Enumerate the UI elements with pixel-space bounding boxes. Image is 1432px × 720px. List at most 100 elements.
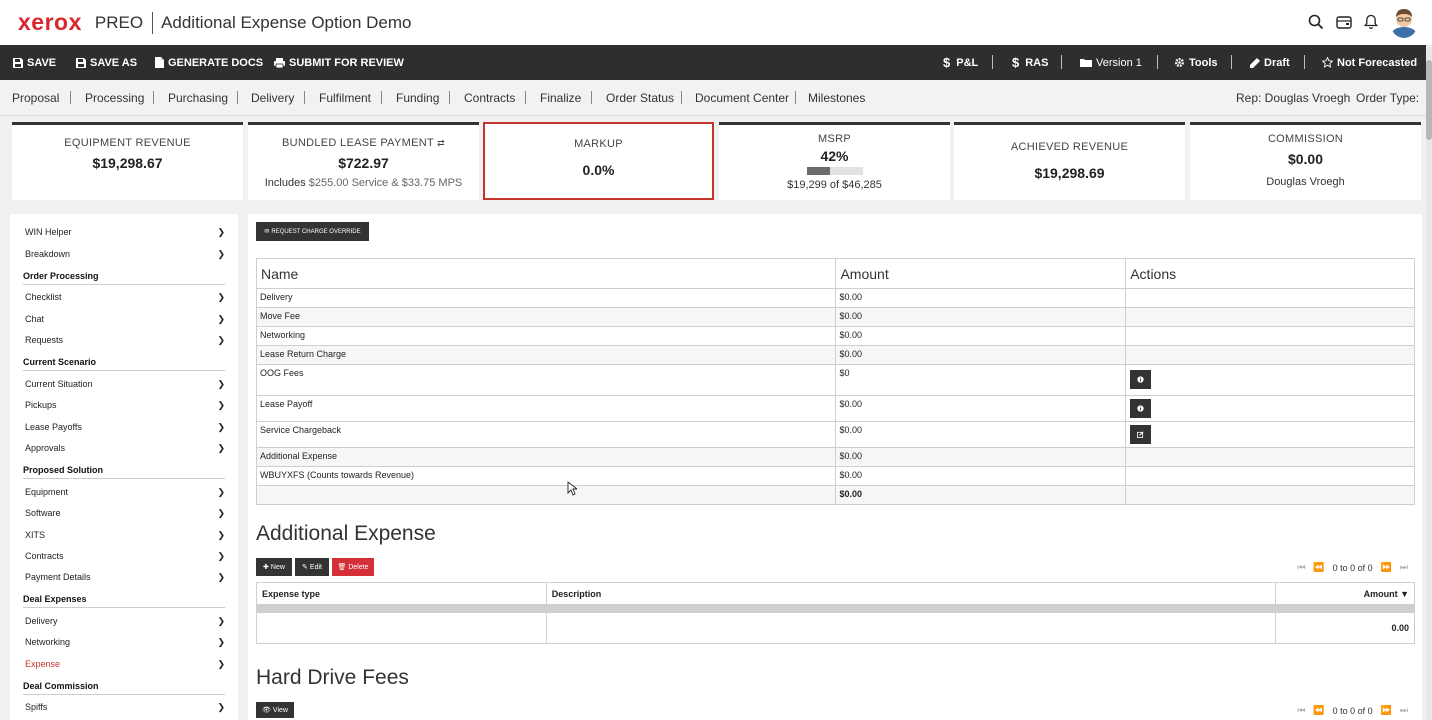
save-as-button[interactable]: SAVE AS [76,45,137,80]
wallet-icon[interactable] [1336,15,1352,30]
tab-finalize[interactable]: Finalize [540,91,581,105]
sidebar-item-delivery[interactable]: Delivery ❯ [25,612,225,630]
tab-purchasing[interactable]: Purchasing [168,91,228,105]
rep-label: Rep: Douglas Vroegh [1236,91,1351,105]
sidebar-item-expense[interactable]: Expense ❯ [25,655,225,673]
submit-for-review-button[interactable]: SUBMIT FOR REVIEW [274,45,404,80]
table-row: Move Fee $0.00 [255,307,1415,327]
sidebar-item-current-situation[interactable]: Current Situation ❯ [25,375,225,393]
not-forecasted-button[interactable]: Not Forecasted [1322,45,1417,80]
sidebar-item-contracts[interactable]: Contracts ❯ [25,547,225,565]
main-tabs: Proposal Processing Purchasing Delivery … [0,80,1426,116]
new-expense-button[interactable]: ✚ New [256,558,292,576]
kpi-msrp: MSRP 42% $19,299 of $46,285 [719,122,950,200]
sidebar-item-spiffs[interactable]: Spiffs ❯ [25,698,225,716]
sidebar-item-approvals[interactable]: Approvals ❯ [25,439,225,457]
chevron-right-icon: ❯ [217,571,225,582]
divider [681,91,682,104]
first-page-icon[interactable]: ⏮ [1297,562,1305,573]
delete-expense-button[interactable]: 🗑 Delete [332,558,374,576]
table-row: Lease Payoff $0.00 [255,395,1415,422]
sidebar-heading-deal-commission: Deal Commission [23,681,225,695]
sidebar-heading-deal-expenses: Deal Expenses [23,594,225,608]
xerox-logo[interactable]: xerox [18,9,82,36]
sidebar-item-networking[interactable]: Networking ❯ [25,633,225,651]
previous-page-icon[interactable]: ⏪ [1313,705,1324,716]
kpi-markup[interactable]: MARKUP 0.0% [483,122,714,200]
kpi-bundled-lease-payment: BUNDLED LEASE PAYMENT ⇄ $722.97 Includes… [248,122,479,200]
msrp-progress-fill [806,167,831,175]
save-icon [76,57,86,68]
tools-button[interactable]: Tools [1174,45,1218,80]
column-header-amount[interactable]: Amount ▼ [1275,582,1415,605]
sidebar-item-requests[interactable]: Requests ❯ [25,331,225,349]
sidebar-heading-proposed-solution: Proposed Solution [23,465,225,479]
gear-icon [1175,58,1184,67]
divider [1157,55,1158,69]
dollar-icon: $ [943,55,951,70]
expense-pager: ⏮ ⏪ 0 to 0 of 0 ⏩ ⏭ [1297,562,1408,573]
swap-icon[interactable]: ⇄ [437,138,445,148]
column-header-actions: Actions [1125,258,1415,289]
sidebar-item-software[interactable]: Software ❯ [25,504,225,522]
column-header-description[interactable]: Description [545,582,1277,605]
product-name: PREO [95,11,154,34]
eye-icon: 👁 [262,707,271,714]
first-page-icon[interactable]: ⏮ [1297,705,1305,716]
column-header-expense-type[interactable]: Expense type [256,582,547,605]
table-row: WBUYXFS (Counts towards Revenue) $0.00 [255,466,1415,486]
sidebar-item-lease-payoffs[interactable]: Lease Payoffs ❯ [25,418,225,436]
divider [992,55,993,69]
column-header-amount[interactable]: Amount [835,258,1127,289]
page-title: Additional Expense Option Demo [161,12,412,32]
info-button[interactable] [1130,370,1152,389]
scrollbar-thumb[interactable] [1426,60,1432,140]
chevron-right-icon: ❯ [217,442,225,453]
save-button[interactable]: SAVE [13,45,56,80]
sidebar-item-win-helper[interactable]: WIN Helper ❯ [25,223,225,241]
last-page-icon[interactable]: ⏭ [1400,562,1408,573]
tab-contracts[interactable]: Contracts [464,91,515,105]
tab-fulfilment[interactable]: Fulfilment [319,91,371,105]
sidebar-item-pickups[interactable]: Pickups ❯ [25,396,225,414]
sidebar-item-breakdown[interactable]: Breakdown ❯ [25,245,225,263]
sidebar-item-xits[interactable]: XITS ❯ [25,526,225,544]
sidebar-item-chat[interactable]: Chat ❯ [25,310,225,328]
generate-docs-button[interactable]: GENERATE DOCS [155,45,263,80]
sidebar-item-payment-details[interactable]: Payment Details ❯ [25,568,225,586]
page-scrollbar[interactable] [1426,45,1432,720]
pl-button[interactable]: $ P&L [943,45,978,80]
search-icon[interactable] [1308,14,1324,30]
chevron-right-icon: ❯ [217,636,225,647]
tab-order-status[interactable]: Order Status [606,91,674,105]
divider [237,91,238,104]
tab-document-center[interactable]: Document Center [695,91,789,105]
edit-button[interactable] [1130,425,1152,444]
next-page-icon[interactable]: ⏩ [1381,705,1392,716]
tab-processing[interactable]: Processing [85,91,144,105]
dollar-icon: $ [1012,55,1020,70]
last-page-icon[interactable]: ⏭ [1400,705,1408,716]
next-page-icon[interactable]: ⏩ [1381,562,1392,573]
tab-milestones[interactable]: Milestones [808,91,865,105]
edit-expense-button[interactable]: ✎ Edit [295,558,329,576]
version-button[interactable]: Version 1 [1080,45,1142,80]
view-button[interactable]: 👁 View [256,702,294,718]
sidebar-item-checklist[interactable]: Checklist ❯ [25,288,225,306]
pencil-icon [1250,57,1260,68]
sidebar-heading-current-scenario: Current Scenario [23,357,225,371]
ras-button[interactable]: $ RAS [1012,45,1048,80]
column-header-name[interactable]: Name [255,258,837,289]
bell-icon[interactable] [1364,14,1378,30]
tab-delivery[interactable]: Delivery [251,91,294,105]
table-row: Additional Expense $0.00 [255,447,1415,467]
draft-button[interactable]: Draft [1250,45,1290,80]
sidebar-nav: WIN Helper ❯ Breakdown ❯ Order Processing … [10,214,238,720]
tab-proposal[interactable]: Proposal [12,91,59,105]
sidebar-item-equipment[interactable]: Equipment ❯ [25,483,225,501]
info-button[interactable] [1130,399,1152,418]
previous-page-icon[interactable]: ⏪ [1313,562,1324,573]
request-charge-override-button[interactable]: ✉ REQUEST CHARGE OVERRIDE [256,222,369,241]
user-avatar[interactable] [1390,6,1418,38]
tab-funding[interactable]: Funding [396,91,439,105]
